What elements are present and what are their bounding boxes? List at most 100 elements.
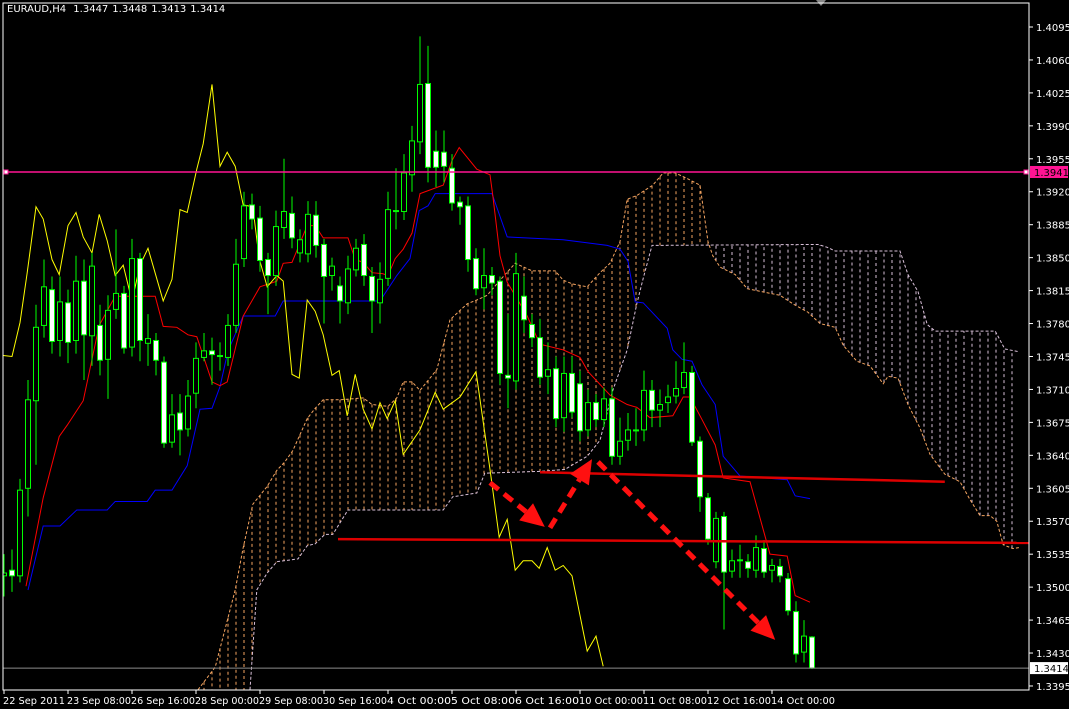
candle [361,234,367,286]
candle [561,356,567,432]
bull-candle-body [481,275,487,289]
bear-candle-body [649,389,655,411]
candle [49,276,55,354]
price-axis-label: 1.3990 [1036,122,1069,133]
bull-candle-body [681,371,687,389]
trendline[interactable] [337,537,1029,545]
bull-candle-body [225,324,231,358]
bear-candle-body [529,323,535,339]
candle [697,436,703,512]
candle [705,492,711,545]
price-axis-label: 1.3745 [1036,352,1069,363]
time-axis-label: 4 Oct 00:00 [387,696,451,707]
price-chart[interactable]: 1.4095 1.4060 1.4025 1.3990 1.3955 1.3920 1.38… [0,0,1069,709]
price-axis-label: 1.4060 [1036,56,1069,67]
bull-candle-body [113,292,119,310]
candle [497,276,503,385]
candle [473,248,479,296]
bear-candle-body [425,82,431,168]
candle [529,314,535,348]
bull-candle-body [633,429,639,432]
candle [633,408,639,446]
time-axis-label: 29 Sep 08:00 [259,696,323,707]
candle [457,196,463,225]
bear-candle-body [369,275,375,302]
candle [769,558,775,583]
bull-candle-body [801,635,807,653]
candle [441,130,447,183]
candle [617,417,623,465]
bull-candle-body [417,83,423,143]
hline-handle-icon[interactable] [1023,169,1029,175]
bear-candle-body [321,243,327,277]
bear-candle-body [209,350,215,356]
candle [409,125,415,192]
bear-candle-body [161,361,167,444]
time-axis-label: 12 Oct 16:00 [707,696,771,707]
bear-candle-body [81,280,87,336]
bear-candle-body [489,275,495,284]
bear-candle-body [537,337,543,378]
bear-candle-body [521,295,527,321]
bear-candle-body [793,611,799,655]
bull-candle-body [385,209,391,279]
candle [3,554,7,597]
candle [673,361,679,404]
bear-candle-body [721,516,727,573]
time-axis-label: 22 Sep 2011 [3,696,65,707]
bull-candle-body [193,357,199,394]
price-axis-label: 1.3535 [1036,550,1069,561]
candle [185,380,191,437]
candle [337,276,343,324]
candle [585,389,591,437]
indicator-lines [3,84,1020,690]
bear-candle-body [497,280,503,374]
bull-candle-body [305,213,311,255]
candle [417,36,423,155]
bull-candle-body [17,489,23,577]
price-axis-label: 1.3570 [1036,517,1069,528]
time-axis-label: 26 Sep 16:00 [131,696,195,707]
bull-candle-body [345,268,351,304]
time-axis-label: 6 Oct 16:00 [515,696,579,707]
candle [201,332,207,362]
bull-candle-body [769,564,775,571]
candle [401,154,407,220]
bull-candle-body [217,355,223,358]
candle [721,511,727,630]
candle [249,193,255,230]
price-axis-label: 1.3955 [1036,155,1069,166]
candle [553,356,559,428]
price-axis-label: 1.3605 [1036,484,1069,495]
bear-candle-body [65,302,71,343]
candle [793,601,799,663]
candle [649,380,655,428]
bull-candle-body [89,265,95,337]
candle [105,295,111,399]
bear-candle-body [265,259,271,277]
candle [569,356,575,418]
bear-candle-body [361,243,367,277]
candle [233,238,239,333]
candle [665,384,671,413]
time-axis-label: 23 Sep 08:00 [67,696,131,707]
candle [545,342,551,395]
candle [145,314,151,366]
hline-handle-icon[interactable] [3,169,9,175]
candle [73,255,79,354]
bear-candle-body [337,285,343,302]
bear-candle-body [785,578,791,612]
time-axis-label: 5 Oct 08:00 [451,696,515,707]
bull-candle-body [561,372,567,419]
bear-candle-body [433,150,439,168]
bear-candle-body [449,167,455,204]
time-axis-label: 28 Sep 00:00 [195,696,259,707]
bull-candle-body [737,559,743,562]
bear-candle-body [705,497,711,540]
candle [641,370,647,442]
dashed-arrow-shaft[interactable] [547,478,582,530]
bull-candle-body [57,301,63,341]
bull-candle-body [145,338,151,344]
candle [761,540,767,578]
candle [353,238,359,277]
